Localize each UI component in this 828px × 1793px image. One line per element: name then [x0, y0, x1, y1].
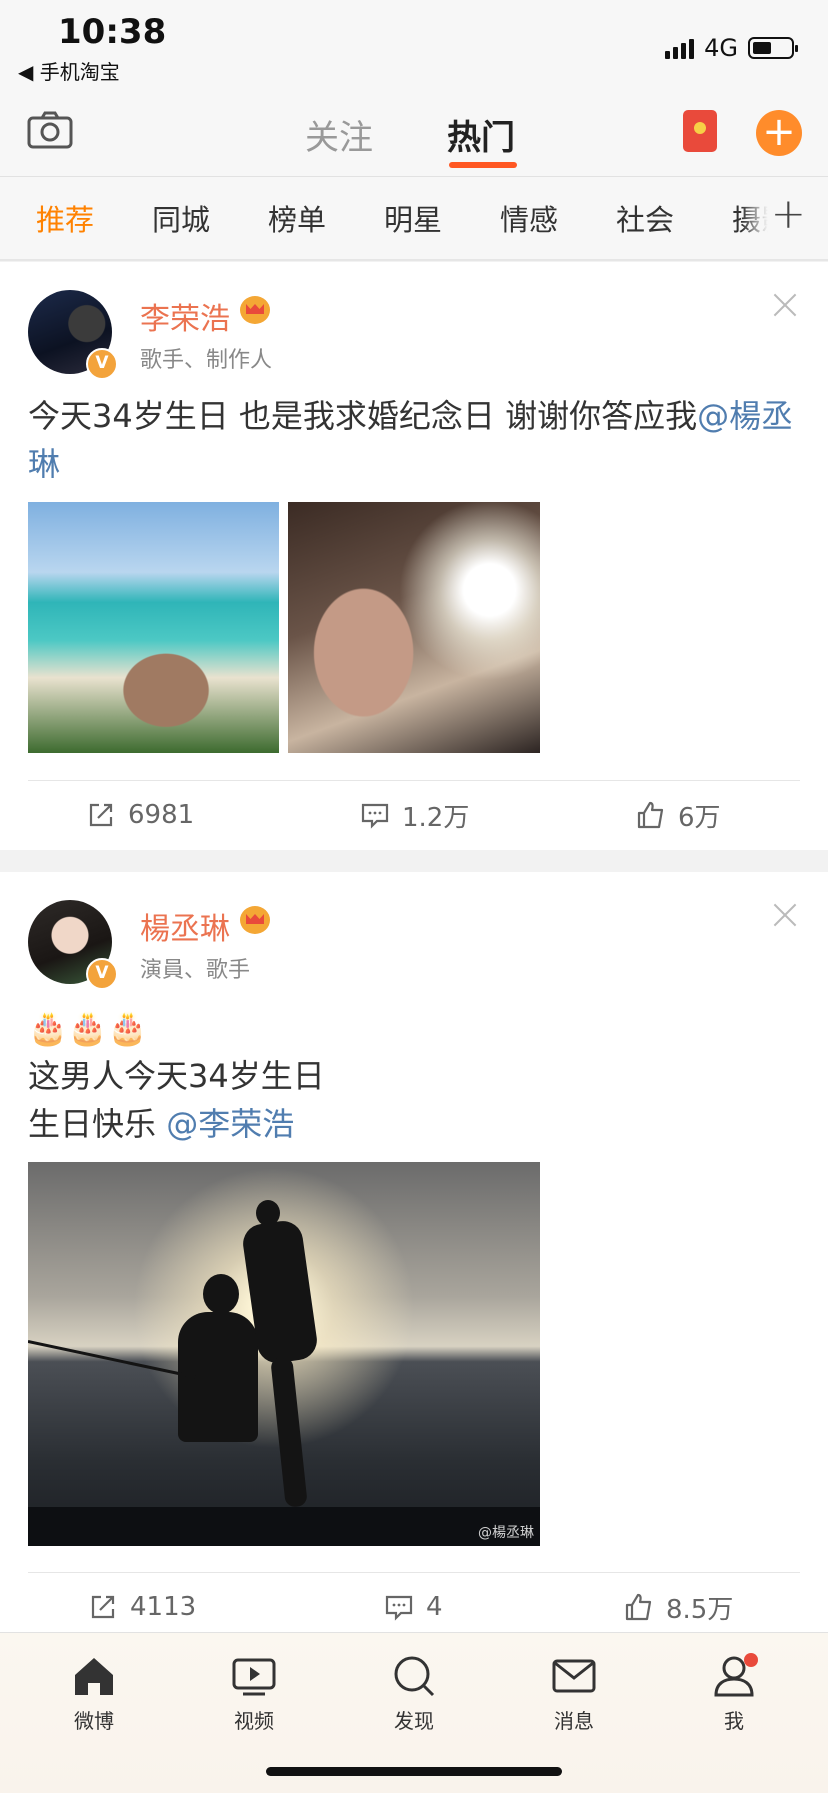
post-body: 今天34岁生日 也是我求婚纪念日 谢谢你答应我 — [28, 397, 698, 435]
boat-deck — [28, 1507, 540, 1546]
top-nav: 关注 热门 + — [0, 92, 828, 177]
author-description: 歌手、制作人 — [140, 348, 273, 373]
post-image-beach[interactable] — [28, 502, 279, 753]
tab-follow[interactable]: 关注 — [305, 110, 373, 159]
comment-icon — [361, 803, 389, 829]
category-bar: 推荐 同城 榜单 明星 情感 社会 摄影 + — [0, 177, 828, 261]
home-icon — [75, 1658, 113, 1695]
back-to-app-link[interactable]: ◀ 手机淘宝 — [18, 56, 120, 85]
comment-count: 4 — [426, 1592, 443, 1622]
crown-icon — [240, 906, 270, 934]
fishing-rod — [28, 1340, 200, 1380]
tab-label: 发现 — [394, 1709, 434, 1733]
comment-count: 1.2万 — [402, 802, 470, 833]
like-count: 8.5万 — [666, 1594, 734, 1625]
tab-weibo[interactable]: 微博 — [44, 1653, 144, 1734]
post-text: 今天34岁生日 也是我求婚纪念日 谢谢你答应我@楊丞琳 — [28, 392, 798, 488]
tab-hot[interactable]: 热门 — [447, 110, 515, 159]
comment-button[interactable]: 1.2万 — [360, 780, 469, 850]
camera-icon[interactable] — [26, 110, 74, 150]
feed-card: V 李荣浩 歌手、制作人 今天34岁生日 也是我求婚纪念日 谢谢你答应我@楊丞琳… — [0, 262, 828, 850]
tab-label: 视频 — [234, 1709, 274, 1733]
active-tab-indicator — [449, 162, 517, 168]
close-icon[interactable] — [772, 292, 798, 318]
repost-icon — [91, 1595, 115, 1619]
tab-discover[interactable]: 发现 — [364, 1653, 464, 1734]
tab-messages[interactable]: 消息 — [524, 1653, 624, 1734]
repost-count: 6981 — [128, 800, 195, 830]
silhouette-leg — [270, 1356, 308, 1508]
category-rankings[interactable]: 榜单 — [268, 197, 326, 239]
close-icon[interactable] — [772, 902, 798, 928]
add-button[interactable]: + — [756, 110, 802, 156]
post-emoji-line: 🎂🎂🎂 — [28, 1009, 148, 1047]
verified-badge: V — [86, 348, 118, 380]
category-recommend[interactable]: 推荐 — [36, 197, 94, 239]
notification-dot — [744, 1653, 758, 1667]
like-button[interactable]: 6万 — [636, 780, 721, 850]
comment-icon — [385, 1595, 413, 1621]
tab-label: 我 — [724, 1709, 744, 1733]
post-text: 🎂🎂🎂 这男人今天34岁生日 生日快乐 @李荣浩 — [28, 1004, 798, 1148]
author-description: 演員、歌手 — [140, 958, 251, 983]
tab-label: 消息 — [554, 1709, 594, 1733]
status-indicators: 4G — [665, 34, 798, 62]
tab-video[interactable]: 视频 — [204, 1653, 304, 1734]
status-bar: 10:38 ◀ 手机淘宝 4G — [0, 0, 828, 92]
category-emotion[interactable]: 情感 — [500, 197, 558, 239]
repost-icon — [89, 803, 113, 827]
more-categories-button[interactable]: + — [771, 189, 806, 238]
post-line: 这男人今天34岁生日 — [28, 1057, 325, 1095]
crown-icon — [240, 296, 270, 324]
status-time: 10:38 — [58, 12, 167, 52]
video-icon — [232, 1658, 276, 1696]
silhouette-head — [203, 1274, 239, 1314]
search-icon — [394, 1656, 435, 1697]
battery-icon — [748, 37, 798, 59]
thumbs-up-icon — [625, 1593, 652, 1621]
category-society[interactable]: 社会 — [616, 197, 674, 239]
category-local[interactable]: 同城 — [152, 197, 210, 239]
tab-me[interactable]: 我 — [684, 1653, 784, 1734]
author-name[interactable]: 楊丞琳 — [140, 904, 230, 948]
category-celebrity[interactable]: 明星 — [384, 197, 442, 239]
like-count: 6万 — [678, 802, 721, 833]
mail-icon — [552, 1659, 596, 1693]
tab-label: 微博 — [74, 1709, 114, 1733]
post-actions: 6981 1.2万 6万 — [0, 780, 828, 850]
author-name[interactable]: 李荣浩 — [140, 294, 230, 338]
repost-button[interactable]: 6981 — [86, 780, 194, 850]
thumbs-up-icon — [637, 801, 664, 829]
repost-count: 4113 — [130, 1592, 197, 1622]
image-watermark: @楊丞琳 — [478, 1525, 534, 1541]
post-image-sunset[interactable]: @楊丞琳 — [28, 1162, 540, 1546]
post-line: 生日快乐 — [28, 1105, 167, 1143]
red-packet-icon[interactable] — [683, 110, 717, 152]
feed-card: V 楊丞琳 演員、歌手 🎂🎂🎂 这男人今天34岁生日 生日快乐 @李荣浩 @楊丞… — [0, 872, 828, 1632]
home-indicator[interactable] — [266, 1767, 562, 1776]
signal-icon — [665, 37, 695, 59]
mention-link[interactable]: @李荣浩 — [166, 1105, 294, 1143]
network-type: 4G — [704, 34, 738, 62]
post-image-couple[interactable] — [288, 502, 540, 753]
verified-badge: V — [86, 958, 118, 990]
